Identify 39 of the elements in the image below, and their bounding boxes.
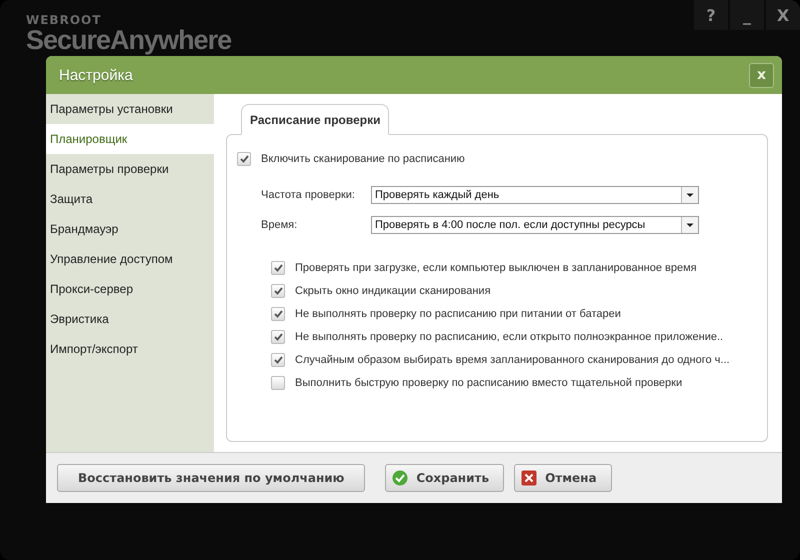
- checkbox-label: Не выполнять проверку по расписанию при питании от батареи: [295, 308, 621, 320]
- sidebar-item[interactable]: Параметры проверки: [46, 154, 214, 184]
- field-label: Время:: [261, 219, 298, 231]
- checkbox[interactable]: [271, 306, 285, 320]
- checkbox[interactable]: [271, 376, 285, 390]
- dropdown[interactable]: Проверять в 4:00 после пол. если доступны ресурсы: [371, 216, 699, 234]
- sidebar-item[interactable]: Брандмауэр: [46, 214, 214, 244]
- sidebar-item[interactable]: Планировщик: [46, 124, 214, 154]
- sidebar-item[interactable]: Параметры установки: [46, 94, 214, 124]
- field-label: Частота проверки:: [261, 189, 356, 201]
- dropdown[interactable]: Проверять каждый день: [371, 186, 699, 204]
- sidebar-item[interactable]: Прокси-сервер: [46, 274, 214, 304]
- checkbox[interactable]: [237, 152, 251, 166]
- reset-button[interactable]: Восстановить значения по умолчанию: [57, 464, 366, 492]
- checkbox-label: Включить сканирование по расписанию: [261, 152, 465, 164]
- checkbox[interactable]: [271, 352, 285, 366]
- window-control-button[interactable]: X: [766, 0, 800, 30]
- sidebar-item[interactable]: Эвристика: [46, 304, 214, 334]
- window-control-button[interactable]: ?: [694, 0, 728, 30]
- sidebar-item[interactable]: Защита: [46, 184, 214, 214]
- close-icon: [521, 470, 538, 486]
- sidebar-item[interactable]: Управление доступом: [46, 244, 214, 274]
- checkbox[interactable]: [271, 330, 285, 344]
- dialog-title: Настройка: [59, 66, 133, 84]
- checkbox[interactable]: [271, 260, 285, 274]
- cancel-button[interactable]: Отмена: [514, 464, 612, 492]
- sidebar-item[interactable]: Импорт/экспорт: [46, 334, 214, 364]
- tab[interactable]: Расписание проверки: [241, 104, 390, 135]
- window-control-button[interactable]: _: [730, 0, 764, 30]
- logo-text: SecureAnywhere: [26, 27, 232, 54]
- logo-text: WEBROOT: [26, 14, 102, 27]
- checkbox-label: Проверять при загрузке, если компьютер выключен в запланированное время: [295, 262, 697, 274]
- checkbox-label: Не выполнять проверку по расписанию, если открыто полноэкранное приложение..: [295, 330, 724, 342]
- checkbox-label: Случайным образом выбирать время запланированного сканирования до одного ч...: [295, 354, 730, 366]
- checkbox-label: Скрыть окно индикации сканирования: [295, 284, 491, 296]
- check-icon: [392, 470, 408, 486]
- save-button[interactable]: Сохранить: [385, 464, 504, 492]
- checkbox[interactable]: [271, 284, 285, 298]
- checkbox-label: Выполнить быструю проверку по расписанию вместо тщательной проверки: [295, 376, 682, 388]
